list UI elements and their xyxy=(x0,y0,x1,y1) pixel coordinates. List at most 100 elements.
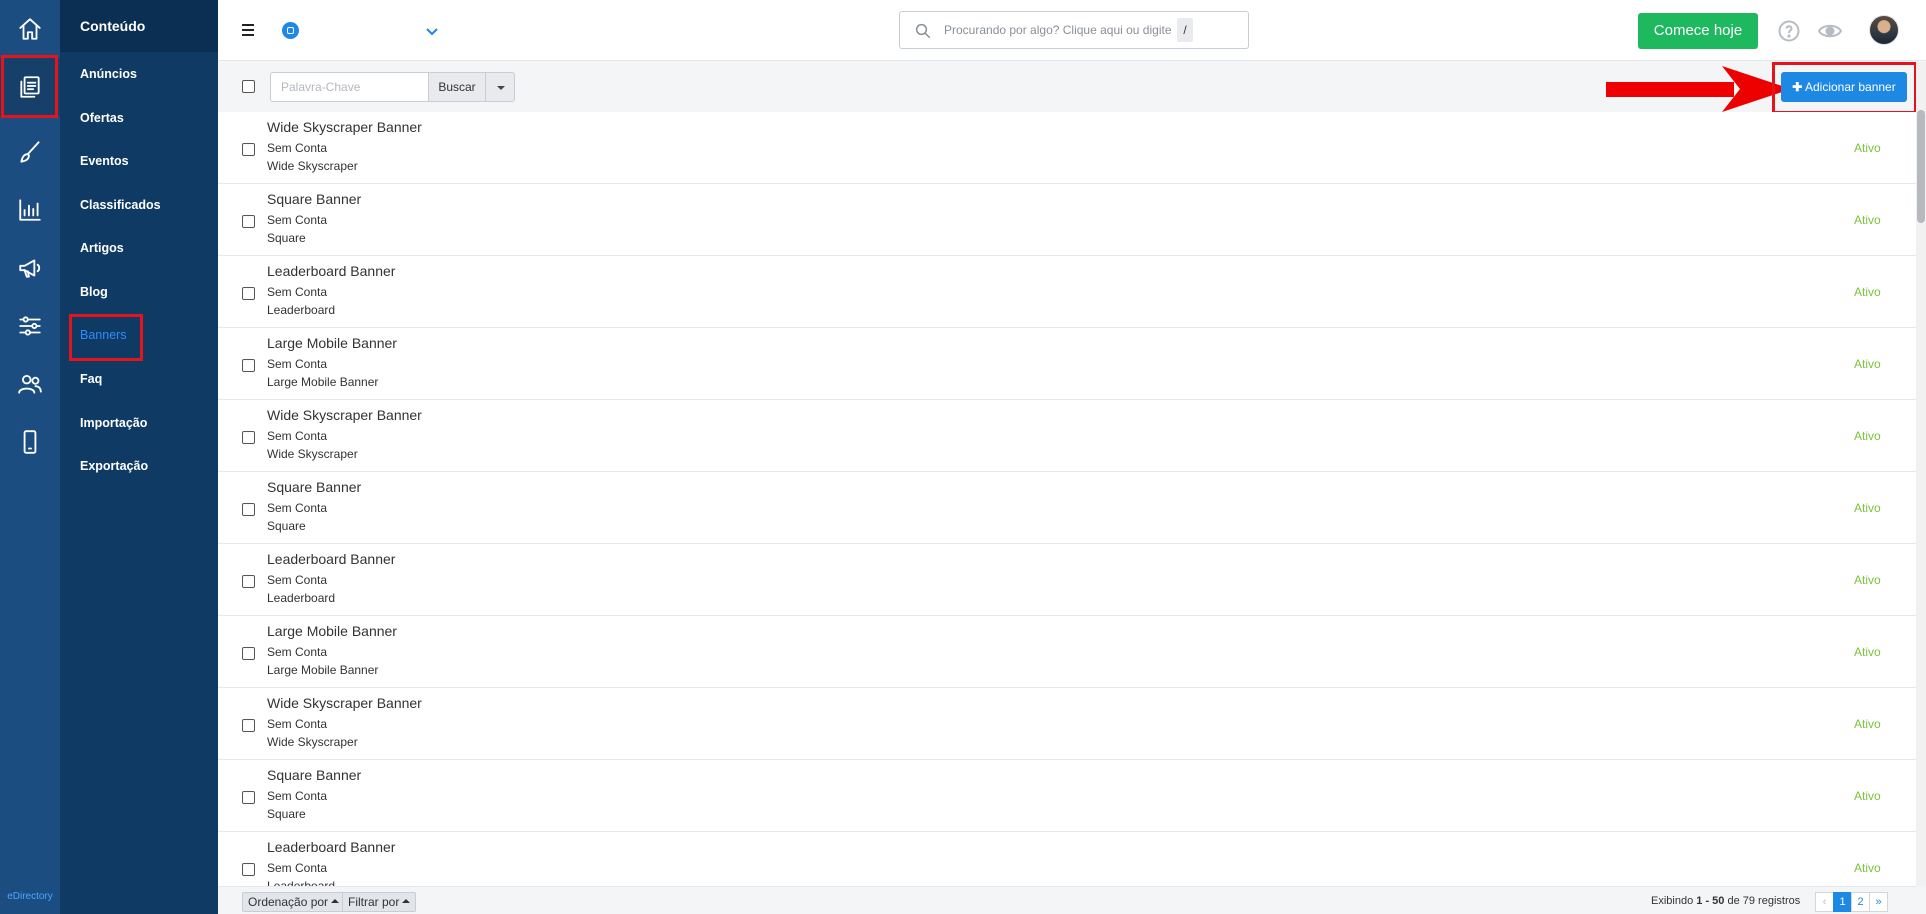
pagination-page-2[interactable]: 2 xyxy=(1851,892,1870,912)
search-options-dropdown[interactable] xyxy=(485,72,515,102)
banner-title[interactable]: Leaderboard Banner xyxy=(267,551,395,567)
banner-owner: Sem Conta xyxy=(267,141,328,155)
filter-by-label: Filtrar por xyxy=(348,895,400,909)
reports-icon[interactable] xyxy=(0,181,60,239)
status-label: Ativo xyxy=(1854,501,1881,515)
banners-highlight xyxy=(69,314,143,361)
banner-title[interactable]: Wide Skyscraper Banner xyxy=(267,695,422,711)
sort-by-button[interactable]: Ordenação por xyxy=(242,892,346,912)
subnav-title: Conteúdo xyxy=(60,0,218,52)
records-prefix: Exibindo xyxy=(1651,895,1694,907)
banner-title[interactable]: Wide Skyscraper Banner xyxy=(267,119,422,135)
global-search[interactable]: / xyxy=(899,11,1249,49)
content-subnav: Conteúdo Anúncios Ofertas Eventos Classi… xyxy=(60,0,218,914)
banner-row[interactable]: Large Mobile Banner Sem Conta Large Mobi… xyxy=(218,616,1916,688)
subnav-item-faq[interactable]: Faq xyxy=(80,372,102,386)
pagination-next[interactable]: » xyxy=(1869,892,1888,912)
subnav-item-eventos[interactable]: Eventos xyxy=(80,154,129,168)
search-icon xyxy=(915,23,931,39)
sort-by-label: Ordenação por xyxy=(248,895,329,909)
page-scrollbar[interactable] xyxy=(1916,62,1926,886)
banner-row[interactable]: Square Banner Sem Conta Square Ativo xyxy=(218,472,1916,544)
row-checkbox[interactable] xyxy=(242,359,255,372)
banner-owner: Sem Conta xyxy=(267,501,328,515)
mobile-icon[interactable] xyxy=(0,413,60,471)
banner-row[interactable]: Square Banner Sem Conta Square Ativo xyxy=(218,760,1916,832)
subnav-item-blog[interactable]: Blog xyxy=(80,285,108,299)
caret-down-icon xyxy=(497,86,505,90)
subnav-item-artigos[interactable]: Artigos xyxy=(80,241,124,255)
banner-title[interactable]: Wide Skyscraper Banner xyxy=(267,407,422,423)
records-summary: Exibindo 1 - 50 de 79 registros xyxy=(1651,895,1800,907)
banner-row[interactable]: Large Mobile Banner Sem Conta Large Mobi… xyxy=(218,328,1916,400)
site-logo-icon[interactable] xyxy=(282,22,299,39)
keyword-input[interactable] xyxy=(270,72,429,102)
top-bar: / Comece hoje xyxy=(218,0,1926,61)
banner-row[interactable]: Leaderboard Banner Sem Conta Leaderboard… xyxy=(218,256,1916,328)
banner-type: Large Mobile Banner xyxy=(267,375,379,389)
row-checkbox[interactable] xyxy=(242,647,255,660)
list-footer: Ordenação por Filtrar por Exibindo 1 - 5… xyxy=(218,886,1916,914)
banner-title[interactable]: Large Mobile Banner xyxy=(267,623,397,639)
user-avatar[interactable] xyxy=(1869,15,1899,45)
subnav-item-exportacao[interactable]: Exportação xyxy=(80,459,148,473)
icon-rail: eDirectory xyxy=(0,0,60,914)
row-checkbox[interactable] xyxy=(242,287,255,300)
row-checkbox[interactable] xyxy=(242,215,255,228)
row-checkbox[interactable] xyxy=(242,503,255,516)
status-label: Ativo xyxy=(1854,213,1881,227)
search-button[interactable]: Buscar xyxy=(428,72,486,102)
banner-owner: Sem Conta xyxy=(267,717,328,731)
row-checkbox[interactable] xyxy=(242,719,255,732)
banner-title[interactable]: Leaderboard Banner xyxy=(267,839,395,855)
annotation-arrow xyxy=(1606,66,1791,112)
filter-by-button[interactable]: Filtrar por xyxy=(342,892,417,912)
pagination-page-1[interactable]: 1 xyxy=(1833,892,1852,912)
select-all-checkbox[interactable] xyxy=(242,80,255,93)
row-checkbox[interactable] xyxy=(242,863,255,876)
banner-title[interactable]: Large Mobile Banner xyxy=(267,335,397,351)
subnav-item-classificados[interactable]: Classificados xyxy=(80,198,161,212)
banner-row[interactable]: Wide Skyscraper Banner Sem Conta Wide Sk… xyxy=(218,112,1916,184)
pagination-prev[interactable]: ‹ xyxy=(1815,892,1834,912)
design-icon[interactable] xyxy=(0,123,60,181)
banner-title[interactable]: Square Banner xyxy=(267,191,361,207)
banner-row[interactable]: Wide Skyscraper Banner Sem Conta Wide Sk… xyxy=(218,400,1916,472)
status-label: Ativo xyxy=(1854,141,1881,155)
banner-title[interactable]: Leaderboard Banner xyxy=(267,263,395,279)
banner-title[interactable]: Square Banner xyxy=(267,767,361,783)
content-icon-highlight xyxy=(1,55,58,118)
banner-row[interactable]: Square Banner Sem Conta Square Ativo xyxy=(218,184,1916,256)
scrollbar-thumb[interactable] xyxy=(1917,110,1925,223)
caret-up-icon xyxy=(402,898,411,903)
row-checkbox[interactable] xyxy=(242,143,255,156)
subnav-item-anuncios[interactable]: Anúncios xyxy=(80,67,137,81)
preview-eye-icon[interactable] xyxy=(1817,19,1843,43)
menu-toggle-icon[interactable] xyxy=(242,24,254,36)
banner-owner: Sem Conta xyxy=(267,285,328,299)
home-icon[interactable] xyxy=(0,0,60,58)
status-label: Ativo xyxy=(1854,645,1881,659)
help-icon[interactable] xyxy=(1777,19,1801,43)
banner-type: Leaderboard xyxy=(267,879,336,886)
banner-type: Wide Skyscraper xyxy=(267,447,358,461)
brand-label: eDirectory xyxy=(7,891,53,902)
subnav-item-importacao[interactable]: Importação xyxy=(80,416,147,430)
banner-title[interactable]: Square Banner xyxy=(267,479,361,495)
row-checkbox[interactable] xyxy=(242,575,255,588)
promote-icon[interactable] xyxy=(0,239,60,297)
status-label: Ativo xyxy=(1854,573,1881,587)
global-search-input[interactable] xyxy=(944,20,1174,40)
start-now-button[interactable]: Comece hoje xyxy=(1638,13,1758,49)
row-checkbox[interactable] xyxy=(242,431,255,444)
chevron-down-icon[interactable] xyxy=(424,23,440,39)
banner-row[interactable]: Wide Skyscraper Banner Sem Conta Wide Sk… xyxy=(218,688,1916,760)
users-icon[interactable] xyxy=(0,355,60,413)
subnav-item-ofertas[interactable]: Ofertas xyxy=(80,111,124,125)
banner-row[interactable]: Leaderboard Banner Sem Conta Leaderboard… xyxy=(218,832,1916,886)
settings-icon[interactable] xyxy=(0,297,60,355)
banner-row[interactable]: Leaderboard Banner Sem Conta Leaderboard… xyxy=(218,544,1916,616)
list-toolbar: Buscar ✚ Adicionar banner xyxy=(218,62,1917,114)
banner-owner: Sem Conta xyxy=(267,861,328,875)
row-checkbox[interactable] xyxy=(242,791,255,804)
